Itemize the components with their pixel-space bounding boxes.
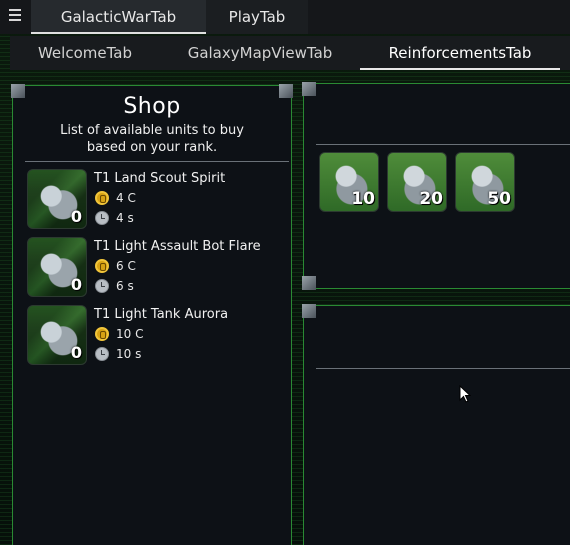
tank-unit-icon: 0 xyxy=(27,305,87,365)
reinforcement-tile[interactable]: 50 xyxy=(455,152,515,212)
reinforcement-tile[interactable]: 10 xyxy=(319,152,379,212)
coin-icon xyxy=(95,259,109,273)
shop-unit-item[interactable]: 0 T1 Light Tank Aurora 10 C 10 s xyxy=(27,305,287,367)
unit-name: T1 Light Tank Aurora xyxy=(94,307,229,322)
sub-tab-bar: WelcomeTab GalaxyMapViewTab Reinforcemen… xyxy=(10,36,570,70)
unit-cost: 10 C xyxy=(95,326,143,342)
coin-icon xyxy=(95,327,109,341)
tab-welcome[interactable]: WelcomeTab xyxy=(10,36,160,70)
unit-count: 0 xyxy=(70,275,82,294)
shop-header: Shop List of available units to buy base… xyxy=(13,94,291,156)
reinforcement-count: 20 xyxy=(419,189,443,209)
tab-play[interactable]: PlayTab xyxy=(206,0,308,34)
shop-subtitle-line-1: List of available units to buy xyxy=(60,123,244,138)
shop-title: Shop xyxy=(123,94,181,119)
unit-name: T1 Land Scout Spirit xyxy=(94,171,226,186)
tab-galaxy-map-view[interactable]: GalaxyMapViewTab xyxy=(160,36,360,70)
coin-icon xyxy=(95,191,109,205)
top-tab-bar: GalacticWarTab PlayTab xyxy=(0,0,570,34)
unit-build-time: 4 s xyxy=(95,210,134,226)
panel-corner-decoration xyxy=(302,276,316,290)
details-panel xyxy=(302,304,570,545)
assault-bot-unit-icon: 0 xyxy=(27,237,87,297)
unit-cost-value: 10 C xyxy=(116,327,144,341)
tab-reinforcements[interactable]: ReinforcementsTab xyxy=(360,36,560,70)
unit-cost: 6 C xyxy=(95,258,136,274)
shop-subtitle-line-2: based on your rank. xyxy=(86,140,218,155)
mouse-cursor-icon xyxy=(459,385,471,403)
unit-time-value: 6 s xyxy=(116,279,134,293)
clock-icon xyxy=(95,347,109,361)
divider xyxy=(316,368,570,369)
hamburger-menu-icon[interactable] xyxy=(6,6,24,24)
unit-count: 0 xyxy=(70,343,82,362)
divider xyxy=(25,161,289,162)
panel-corner-decoration xyxy=(302,304,316,318)
clock-icon xyxy=(95,211,109,225)
unit-cost-value: 4 C xyxy=(116,191,136,205)
reinforcement-count: 10 xyxy=(351,189,375,209)
divider xyxy=(316,144,570,145)
scout-unit-icon: 0 xyxy=(27,169,87,229)
unit-time-value: 10 s xyxy=(116,347,142,361)
unit-build-time: 10 s xyxy=(95,346,141,362)
reinforcement-count: 50 xyxy=(487,189,511,209)
unit-name: T1 Light Assault Bot Flare xyxy=(94,239,261,254)
reinforcement-tile[interactable]: 20 xyxy=(387,152,447,212)
unit-cost: 4 C xyxy=(95,190,136,206)
unit-count: 0 xyxy=(70,207,82,226)
tab-galactic-war[interactable]: GalacticWarTab xyxy=(31,0,206,34)
panel-corner-decoration xyxy=(302,82,316,96)
unit-time-value: 4 s xyxy=(116,211,134,225)
shop-panel: Shop List of available units to buy base… xyxy=(11,84,293,545)
shop-unit-item[interactable]: 0 T1 Light Assault Bot Flare 6 C 6 s xyxy=(27,237,287,299)
unit-build-time: 6 s xyxy=(95,278,134,294)
reinforcements-panel: 10 20 50 xyxy=(302,82,570,290)
clock-icon xyxy=(95,279,109,293)
shop-unit-item[interactable]: 0 T1 Land Scout Spirit 4 C 4 s xyxy=(27,169,287,231)
unit-cost-value: 6 C xyxy=(116,259,136,273)
